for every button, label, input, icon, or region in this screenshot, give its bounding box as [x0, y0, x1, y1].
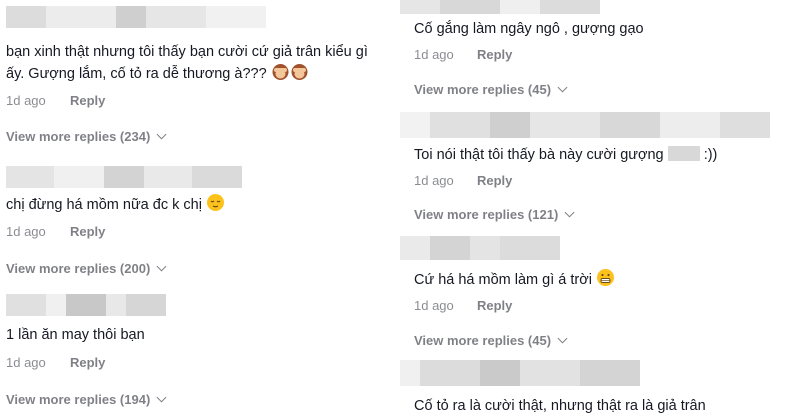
view-more-replies-label: View more replies (234) — [6, 129, 151, 144]
comments-column-left: bạn xinh thật nhưng tôi thấy bạn cười cứ… — [0, 0, 392, 420]
reply-button[interactable]: Reply — [477, 298, 512, 313]
view-more-replies-button[interactable]: View more replies (121) — [414, 207, 575, 222]
view-more-replies-button[interactable]: View more replies (45) — [414, 82, 568, 97]
comment-text: Toi nói thật tôi thấy bà này cười gượng … — [414, 144, 717, 166]
reply-button[interactable]: Reply — [477, 173, 512, 188]
comment-timestamp: 1d ago — [6, 93, 46, 108]
comment-line: ấy. Gượng lắm, cố tỏ ra dễ thương à??? — [6, 66, 267, 82]
comment-text: Cứ há há mồm làm gì á trời — [414, 268, 615, 294]
comment-line: :)) — [703, 147, 718, 163]
view-more-replies-button[interactable]: View more replies (194) — [6, 392, 167, 407]
reply-button[interactable]: Reply — [70, 355, 105, 370]
chevron-down-icon — [156, 129, 167, 140]
comment-timestamp: 1d ago — [6, 224, 46, 239]
pixelated-redaction — [667, 146, 700, 161]
comment-line: bạn xinh thật nhưng tôi thấy bạn cười cứ… — [6, 44, 368, 60]
comment-line: Cứ há há mồm làm gì á trời — [414, 272, 592, 288]
view-more-replies-label: View more replies (45) — [414, 333, 552, 348]
pixelated-username — [400, 112, 790, 138]
view-more-replies-label: View more replies (200) — [6, 261, 151, 276]
see-no-evil-monkey-icon — [290, 63, 309, 88]
comment-text: bạn xinh thật nhưng tôi thấy bạn cười cứ… — [6, 41, 391, 88]
pixelated-username — [6, 294, 166, 316]
pixelated-username — [400, 236, 560, 260]
view-more-replies-button[interactable]: View more replies (45) — [414, 333, 568, 348]
view-more-replies-label: View more replies (194) — [6, 392, 151, 407]
pixelated-username — [400, 0, 600, 14]
chevron-down-icon — [156, 392, 167, 403]
grimacing-face-icon — [596, 268, 615, 294]
chevron-down-icon — [564, 207, 575, 218]
comments-column-right: Cố gắng làm ngây ngô , gượng gạo 1d ago … — [400, 0, 800, 420]
pixelated-username — [6, 166, 242, 188]
chevron-down-icon — [557, 333, 568, 344]
see-no-evil-monkey-icon — [271, 63, 290, 88]
comment-text: Cố gắng làm ngây ngô , gượng gạo — [414, 21, 644, 37]
comment-timestamp: 1d ago — [6, 355, 46, 370]
view-more-replies-label: View more replies (121) — [414, 207, 559, 222]
pixelated-username — [6, 6, 266, 28]
chevron-down-icon — [156, 261, 167, 272]
comment-text: 1 lần ăn may thôi bạn — [6, 327, 145, 343]
reply-button[interactable]: Reply — [477, 47, 512, 62]
comment-timestamp: 1d ago — [414, 47, 454, 62]
comment-text: chị đừng há mồm nữa đc k chị — [6, 193, 225, 219]
view-more-replies-button[interactable]: View more replies (234) — [6, 129, 167, 144]
comment-line: chị đừng há mồm nữa đc k chị — [6, 197, 202, 213]
comment-timestamp: 1d ago — [414, 298, 454, 313]
view-more-replies-label: View more replies (45) — [414, 82, 552, 97]
view-more-replies-button[interactable]: View more replies (200) — [6, 261, 167, 276]
comment-line: Toi nói thật tôi thấy bà này cười gượng — [414, 147, 664, 163]
chevron-down-icon — [557, 82, 568, 93]
reply-button[interactable]: Reply — [70, 93, 105, 108]
reply-button[interactable]: Reply — [70, 224, 105, 239]
comment-timestamp: 1d ago — [414, 173, 454, 188]
column-divider — [394, 0, 398, 420]
relieved-face-icon — [206, 193, 225, 219]
comment-text: Cố tỏ ra là cười thật, nhưng thật ra là … — [414, 398, 706, 414]
pixelated-username — [400, 360, 640, 386]
